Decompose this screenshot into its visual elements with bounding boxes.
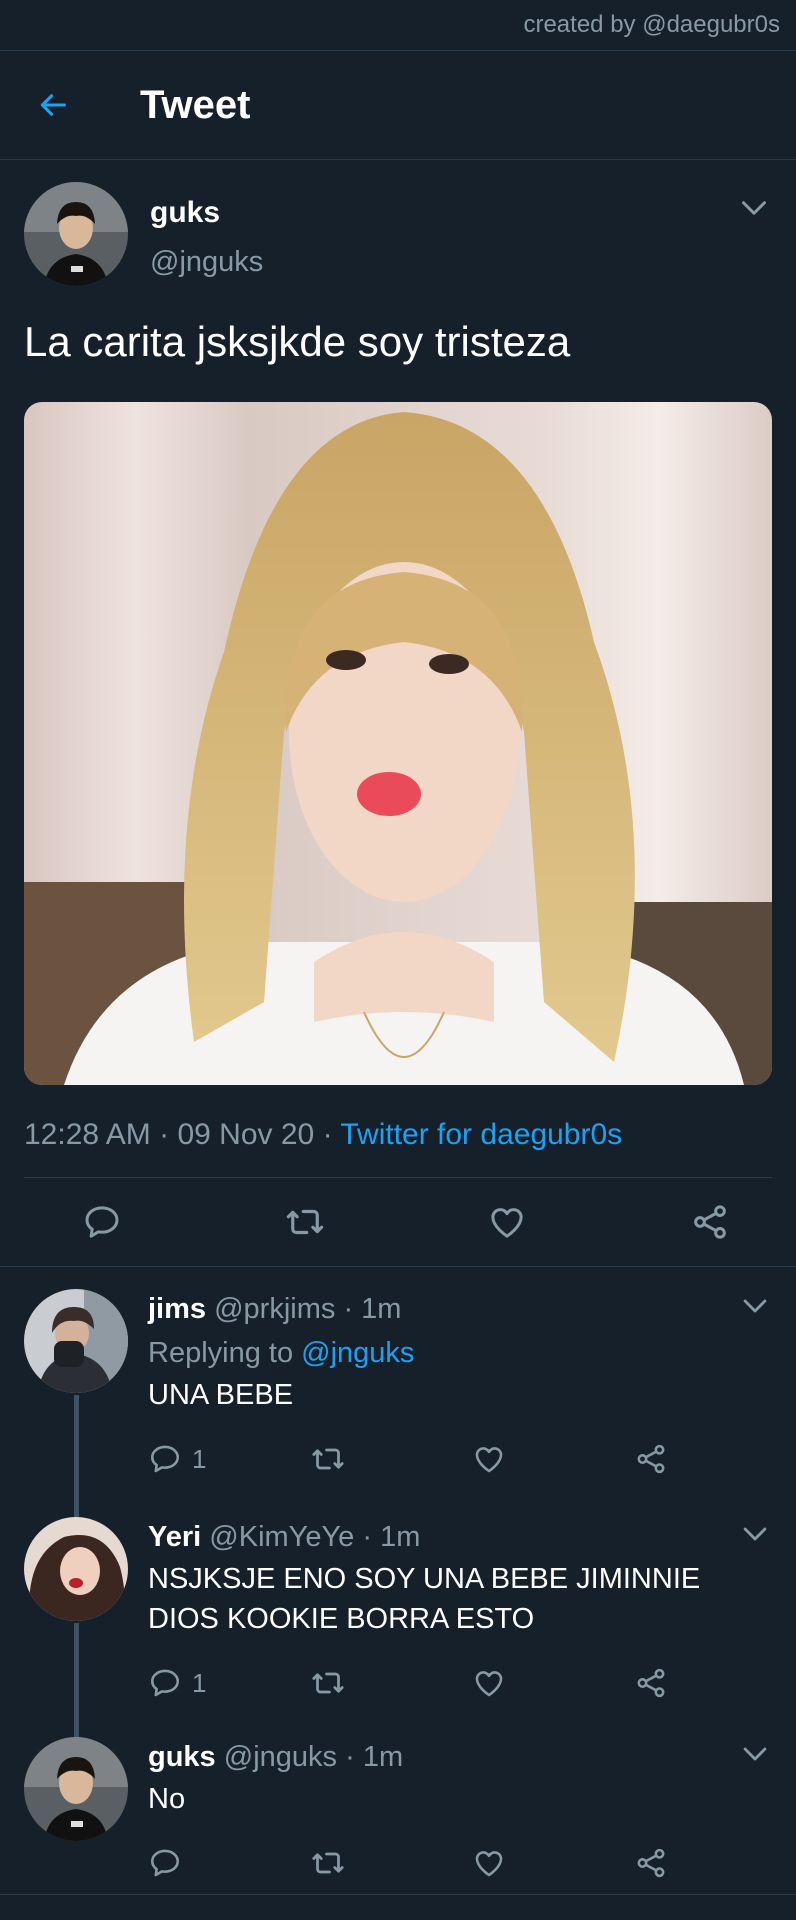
reply-text: NSJKSJE ENO SOY UNA BEBE JIMINNIE DIOS K… [148, 1563, 701, 1635]
main-tweet: guks @jnguks La carita jsksjkde soy tris… [0, 160, 796, 1266]
back-arrow-icon [40, 94, 66, 116]
reply-button[interactable]: 1 [148, 1666, 310, 1700]
reply-icon [148, 1846, 182, 1880]
reply-item[interactable]: jims @prkjims · 1m Replying to @jnguks U… [0, 1267, 796, 1495]
chevron-down-icon[interactable] [738, 1737, 772, 1771]
retweet-button[interactable] [283, 1200, 327, 1244]
meta-separator: · [343, 1293, 354, 1325]
heart-icon [472, 1666, 506, 1700]
tweet-actions [24, 1178, 772, 1266]
tweet-metadata: 12:28 AM · 09 Nov 20 · Twitter for daegu… [24, 1115, 772, 1178]
reply-icon [148, 1666, 182, 1700]
reply-item[interactable]: guks @jnguks · 1m No [0, 1715, 796, 1895]
avatar[interactable] [24, 1737, 128, 1841]
tweet-source-link[interactable]: Twitter for daegubr0s [340, 1118, 622, 1151]
replying-to: Replying to @jnguks [148, 1333, 772, 1373]
chevron-down-icon[interactable] [738, 1517, 772, 1551]
thread-line [74, 1395, 79, 1495]
reply-icon [148, 1442, 182, 1476]
share-icon [690, 1202, 730, 1242]
watermark-credit: created by @daegubr0s [0, 0, 796, 51]
reply-author-handle[interactable]: @KimYeYe [209, 1521, 354, 1553]
thread-line [74, 1495, 79, 1517]
tweet-date: 09 Nov 20 [177, 1118, 315, 1151]
retweet-icon [284, 1201, 326, 1243]
share-button[interactable] [634, 1442, 668, 1476]
meta-separator: · [159, 1118, 170, 1151]
avatar[interactable] [24, 182, 128, 286]
thread-line [74, 1623, 79, 1715]
reply-actions: 1 [148, 1429, 772, 1489]
share-icon [634, 1666, 668, 1700]
avatar[interactable] [24, 1289, 128, 1393]
replying-to-mention[interactable]: @jnguks [301, 1337, 414, 1369]
retweet-button[interactable] [310, 1665, 472, 1701]
reply-text: UNA BEBE [148, 1379, 294, 1411]
replying-to-label: Replying to [148, 1337, 294, 1369]
reply-timestamp: 1m [362, 1741, 404, 1773]
meta-separator: · [322, 1118, 333, 1151]
reply-button[interactable] [148, 1846, 310, 1880]
tweet-time: 12:28 AM [24, 1118, 151, 1151]
reply-author-name[interactable]: guks [148, 1741, 216, 1773]
meta-separator: · [362, 1521, 373, 1553]
reply-count: 1 [192, 1667, 207, 1698]
back-button[interactable] [0, 51, 140, 159]
heart-icon [487, 1202, 527, 1242]
share-button[interactable] [688, 1200, 732, 1244]
like-button[interactable] [472, 1846, 634, 1880]
reply-button[interactable] [80, 1200, 124, 1244]
share-button[interactable] [634, 1666, 668, 1700]
reply-actions [148, 1833, 772, 1893]
chevron-down-icon[interactable] [738, 1289, 772, 1323]
reply-icon [82, 1202, 122, 1242]
page-title: Tweet [140, 82, 251, 127]
share-button[interactable] [634, 1846, 668, 1880]
like-button[interactable] [485, 1200, 529, 1244]
meta-separator: · [345, 1741, 355, 1773]
reply-timestamp: 1m [380, 1521, 421, 1553]
divider [0, 1894, 796, 1895]
share-icon [634, 1846, 668, 1880]
reply-count: 1 [192, 1443, 207, 1474]
reply-author-handle[interactable]: @prkjims [214, 1293, 335, 1325]
share-icon [634, 1442, 668, 1476]
retweet-button[interactable] [310, 1845, 472, 1881]
thread-line [74, 1715, 79, 1737]
reply-item[interactable]: Yeri @KimYeYe · 1m NSJKSJE ENO SOY UNA B… [0, 1495, 796, 1715]
replies-section: jims @prkjims · 1m Replying to @jnguks U… [0, 1266, 796, 1895]
author-name[interactable]: guks [150, 194, 263, 232]
like-button[interactable] [472, 1666, 634, 1700]
reply-actions: 1 [148, 1653, 772, 1713]
reply-text: No [148, 1783, 186, 1815]
tweet-text: La carita jsksjkde soy tristeza [24, 318, 571, 365]
reply-timestamp: 1m [361, 1293, 402, 1325]
tweet-photo[interactable] [24, 402, 772, 1085]
retweet-icon [310, 1845, 346, 1881]
reply-button[interactable]: 1 [148, 1442, 310, 1476]
reply-author-name[interactable]: Yeri [148, 1521, 201, 1553]
reply-author-name[interactable]: jims [148, 1293, 206, 1325]
heart-icon [472, 1442, 506, 1476]
like-button[interactable] [472, 1442, 634, 1476]
retweet-icon [310, 1441, 346, 1477]
top-bar: Tweet [0, 51, 796, 160]
retweet-icon [310, 1665, 346, 1701]
reply-author-handle[interactable]: @jnguks [224, 1741, 337, 1773]
chevron-down-icon[interactable] [736, 190, 772, 226]
author-handle[interactable]: @jnguks [150, 242, 263, 282]
retweet-button[interactable] [310, 1441, 472, 1477]
avatar[interactable] [24, 1517, 128, 1621]
heart-icon [472, 1846, 506, 1880]
